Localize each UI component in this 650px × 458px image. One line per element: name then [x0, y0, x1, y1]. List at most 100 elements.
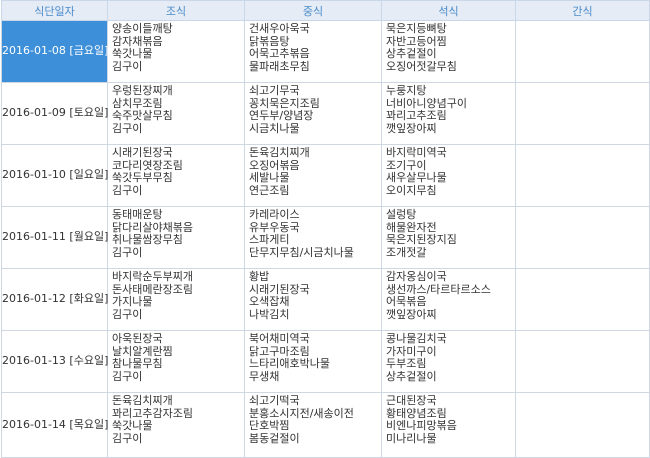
date-cell[interactable]: 2016-01-08 [금요일] — [1, 20, 108, 83]
menu-item: 참나물무침 — [112, 357, 163, 370]
table-row[interactable]: 2016-01-13 [수요일] 아욱된장국 날치알계란찜 참나물무침 김구이 … — [1, 330, 650, 393]
col-header-date[interactable]: 식단일자 — [1, 0, 108, 21]
menu-item: 숙주맛살무침 — [112, 109, 173, 122]
snack-cell — [515, 392, 650, 458]
lunch-cell: 황밥 시래기된장국 오색잡채 나박김치 — [244, 268, 382, 331]
breakfast-cell: 바지락순두부찌개 돈사태메란장조림 가지나물 김구이 — [107, 268, 245, 331]
menu-item: 어묵고추볶음 — [249, 47, 310, 60]
menu-item: 황밥 — [249, 270, 270, 283]
menu-item: 콩나물김치국 — [386, 332, 447, 345]
menu-item: 세발나물 — [249, 171, 290, 184]
menu-item: 쑥갓나물 — [112, 47, 153, 60]
col-header-snack[interactable]: 간식 — [515, 0, 650, 21]
menu-item: 무생채 — [249, 369, 280, 383]
date-cell[interactable]: 2016-01-10 [일요일] — [1, 144, 108, 207]
menu-item: 어묵볶음 — [386, 295, 427, 308]
dinner-cell: 감자옹심이국 생선까스/타르타르소스 어묵볶음 깻잎장아찌 — [381, 268, 516, 331]
table-row[interactable]: 2016-01-12 [화요일] 바지락순두부찌개 돈사태메란장조림 가지나물 … — [1, 268, 650, 331]
menu-item: 쑥갓나물 — [112, 419, 153, 432]
menu-item: 조개젓갈 — [386, 245, 427, 259]
menu-item: 새우살무나물 — [386, 171, 447, 184]
table-row[interactable]: 2016-01-08 [금요일] 양송이들깨탕 감자채볶음 쑥갓나물 김구이 건… — [1, 20, 650, 83]
menu-item: 누룽지탕 — [386, 84, 427, 97]
breakfast-cell: 동태매운탕 닭다리살야채볶음 취나물쌈장무침 김구이 — [107, 206, 245, 269]
breakfast-cell: 시래기된장국 코다리엿장조림 쑥갓두부무침 김구이 — [107, 144, 245, 207]
menu-item: 오이지무침 — [386, 183, 437, 197]
menu-item: 김구이 — [112, 183, 143, 197]
snack-cell — [515, 20, 650, 83]
menu-item: 시래기된장국 — [112, 146, 173, 159]
date-cell[interactable]: 2016-01-13 [수요일] — [1, 330, 108, 393]
col-header-dinner[interactable]: 석식 — [381, 0, 516, 21]
menu-item: 취나물쌈장무침 — [112, 233, 183, 246]
menu-item: 양송이들깨탕 — [112, 22, 173, 35]
dinner-cell: 콩나물김치국 가자미구이 두부조림 상추겉절이 — [381, 330, 516, 393]
menu-item: 김구이 — [112, 431, 143, 445]
menu-item: 쑥갓두부무침 — [112, 171, 173, 184]
snack-cell — [515, 330, 650, 393]
menu-item: 오색잡채 — [249, 295, 290, 308]
dinner-cell: 근대된장국 황태양념조림 비엔나피망볶음 미나리나물 — [381, 392, 516, 458]
table-row[interactable]: 2016-01-10 [일요일] 시래기된장국 코다리엿장조림 쑥갓두부무침 김… — [1, 144, 650, 207]
menu-item: 김구이 — [112, 121, 143, 135]
menu-item: 우렁된장찌개 — [112, 84, 173, 97]
table-row[interactable]: 2016-01-09 [토요일] 우렁된장찌개 삼치무조림 숙주맛살무침 김구이… — [1, 82, 650, 145]
menu-item: 북어채미역국 — [249, 332, 310, 345]
menu-item: 단호박찜 — [249, 419, 290, 432]
menu-item: 김구이 — [112, 59, 143, 73]
col-header-breakfast[interactable]: 조식 — [107, 0, 245, 21]
menu-item: 깻잎장아찌 — [386, 307, 437, 321]
lunch-cell: 쇠고기떡국 분홍소시지전/새송이전 단호박찜 봄동겉절이 — [244, 392, 382, 458]
table-row[interactable]: 2016-01-14 [목요일] 돈육김치찌개 꽈리고추감자조림 쑥갓나물 김구… — [1, 392, 650, 458]
menu-item: 근대된장국 — [386, 394, 437, 407]
menu-item: 바지락미역국 — [386, 146, 447, 159]
col-header-lunch[interactable]: 중식 — [244, 0, 382, 21]
menu-item: 비엔나피망볶음 — [386, 419, 457, 432]
menu-item: 바지락순두부찌개 — [112, 270, 193, 283]
meal-table: 식단일자 조식 중식 석식 간식 2016-01-08 [금요일] 양송이들깨탕… — [1, 0, 650, 458]
menu-item: 아욱된장국 — [112, 332, 163, 345]
menu-item: 김구이 — [112, 245, 143, 259]
snack-cell — [515, 144, 650, 207]
menu-item: 물파래초무침 — [249, 59, 310, 73]
dinner-cell: 바지락미역국 조기구이 새우살무나물 오이지무침 — [381, 144, 516, 207]
menu-item: 연두부/양념장 — [249, 109, 314, 122]
menu-item: 미나리나물 — [386, 431, 437, 445]
menu-item: 동태매운탕 — [112, 208, 163, 221]
date-cell[interactable]: 2016-01-09 [토요일] — [1, 82, 108, 145]
menu-item: 쇠고기무국 — [249, 84, 300, 97]
snack-cell — [515, 268, 650, 331]
menu-item: 돈육김치찌개 — [112, 394, 173, 407]
menu-item: 연근조림 — [249, 183, 290, 197]
lunch-cell: 건새우아욱국 닭볶음탕 어묵고추볶음 물파래초무침 — [244, 20, 382, 83]
snack-cell — [515, 82, 650, 145]
breakfast-cell: 아욱된장국 날치알계란찜 참나물무침 김구이 — [107, 330, 245, 393]
menu-item: 꽈리고추조림 — [386, 109, 447, 122]
date-cell[interactable]: 2016-01-12 [화요일] — [1, 268, 108, 331]
menu-item: 단무지무침/시금치나물 — [249, 245, 354, 259]
date-cell[interactable]: 2016-01-14 [목요일] — [1, 392, 108, 458]
breakfast-cell: 돈육김치찌개 꽈리고추감자조림 쑥갓나물 김구이 — [107, 392, 245, 458]
date-cell[interactable]: 2016-01-11 [월요일] — [1, 206, 108, 269]
table-row[interactable]: 2016-01-11 [월요일] 동태매운탕 닭다리살야채볶음 취나물쌈장무침 … — [1, 206, 650, 269]
menu-item: 김구이 — [112, 307, 143, 321]
menu-item: 나박김치 — [249, 307, 290, 321]
dinner-cell: 묵은지등뼈탕 자반고등어찜 상추겉절이 오징어젓갈무침 — [381, 20, 516, 83]
dinner-cell: 설렁탕 해물완자전 묵은지된장지짐 조개젓갈 — [381, 206, 516, 269]
dinner-cell: 누룽지탕 너비아니양념구이 꽈리고추조림 깻잎장아찌 — [381, 82, 516, 145]
lunch-cell: 북어채미역국 닭고구마조림 느타리애호박나물 무생채 — [244, 330, 382, 393]
menu-item: 스파게티 — [249, 233, 290, 246]
menu-item: 깻잎장아찌 — [386, 121, 437, 135]
menu-item: 가지나물 — [112, 295, 153, 308]
menu-item: 설렁탕 — [386, 208, 417, 221]
header-row: 식단일자 조식 중식 석식 간식 — [1, 0, 650, 21]
breakfast-cell: 양송이들깨탕 감자채볶음 쑥갓나물 김구이 — [107, 20, 245, 83]
menu-item: 느타리애호박나물 — [249, 357, 330, 370]
menu-item: 상추겉절이 — [386, 47, 437, 60]
menu-item: 감자옹심이국 — [386, 270, 447, 283]
lunch-cell: 카레라이스 유부우동국 스파게티 단무지무침/시금치나물 — [244, 206, 382, 269]
menu-item: 두부조림 — [386, 357, 427, 370]
menu-item: 시금치나물 — [249, 121, 300, 135]
menu-item: 상추겉절이 — [386, 369, 437, 383]
menu-item: 카레라이스 — [249, 208, 300, 221]
